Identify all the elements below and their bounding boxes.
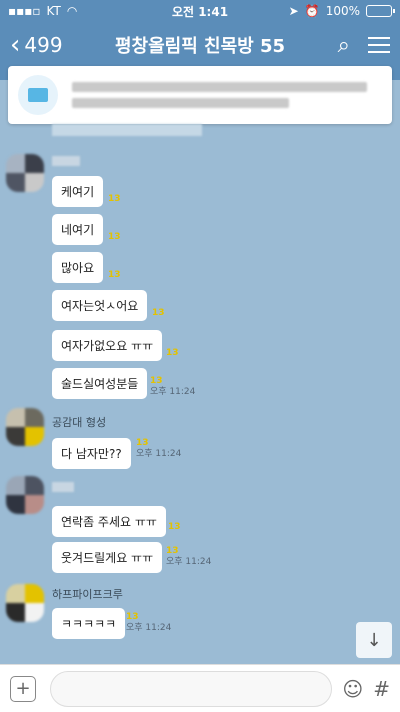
blurred-previous-message <box>52 124 202 136</box>
unread-count: 13 <box>166 546 179 556</box>
status-time: 오전 1:41 <box>171 4 229 19</box>
unread-count: 13 <box>108 270 121 280</box>
search-icon[interactable]: ⌕ <box>338 33 350 58</box>
menu-icon[interactable] <box>368 37 390 53</box>
nav-bar: ‹ 499 평창올림픽 친목방 55 ⌕ <box>0 22 400 68</box>
chat-area[interactable]: 케여기 13 네여기 13 많아요 13 여자는엇ㅅ어요 13 여자가없오요 ㅠ… <box>0 124 400 664</box>
notice-icon <box>18 75 58 115</box>
message-meta: 13 오후 11:24 <box>136 438 181 460</box>
unread-count: 13 <box>108 194 121 204</box>
message-bubble[interactable]: 여자가없오요 ㅠㅠ <box>52 330 163 361</box>
message-input[interactable] <box>50 670 333 707</box>
avatar[interactable] <box>6 408 44 446</box>
battery-icon <box>366 5 395 17</box>
unread-count: 13 <box>136 438 149 448</box>
avatar[interactable] <box>6 476 44 514</box>
notice-text-blurred <box>72 76 382 114</box>
sender-name: 하프파이프크루 <box>52 588 123 601</box>
unread-count: 13 <box>108 232 121 242</box>
avatar[interactable] <box>6 154 44 192</box>
message-bubble[interactable]: ㅋㅋㅋㅋㅋ <box>52 608 126 639</box>
message-bubble[interactable]: 케여기 <box>52 176 104 207</box>
message-meta: 13 <box>152 308 165 319</box>
message-meta: 13 오후 11:24 <box>166 546 211 568</box>
sender-name: 공감대 형성 <box>52 416 107 429</box>
arrow-down-icon: ↓ <box>366 629 382 651</box>
message-meta: 13 <box>166 348 179 359</box>
pinned-notice[interactable] <box>8 66 392 124</box>
unread-count: 13 <box>126 612 139 622</box>
message-bubble[interactable]: 웃겨드릴게요 ㅠㅠ <box>52 542 163 573</box>
nav-actions: ⌕ <box>338 33 390 58</box>
message-time: 오후 11:24 <box>150 387 196 397</box>
message-time: 오후 11:24 <box>166 557 212 567</box>
unread-count: 13 <box>152 308 165 318</box>
sender-name-blurred <box>52 482 74 492</box>
input-bar: + ☺ # <box>0 664 400 712</box>
unread-count: 13 <box>168 522 181 532</box>
message-bubble[interactable]: 다 남자만?? <box>52 438 131 469</box>
chevron-left-icon: ‹ <box>10 30 21 60</box>
message-time: 오후 11:24 <box>136 449 182 459</box>
message-bubble[interactable]: 술드실여성분들 <box>52 368 148 399</box>
message-meta: 13 <box>108 270 121 281</box>
scroll-to-bottom-button[interactable]: ↓ <box>356 622 392 658</box>
sender-name-blurred <box>52 156 80 166</box>
message-bubble[interactable]: 연락좀 주세요 ㅠㅠ <box>52 506 166 537</box>
status-bar: ▪▪▪▫ KT ◠ 오전 1:41 ➤ ⏰ 100% <box>0 0 400 22</box>
message-meta: 13 <box>168 522 181 533</box>
message-bubble[interactable]: 여자는엇ㅅ어요 <box>52 290 148 321</box>
message-meta: 13 오후 11:24 <box>126 612 171 634</box>
avatar[interactable] <box>6 584 44 622</box>
back-count: 499 <box>24 33 63 57</box>
emoji-icon[interactable]: ☺ <box>342 677 363 701</box>
unread-count: 13 <box>150 376 163 386</box>
unread-count: 13 <box>166 348 179 358</box>
message-time: 오후 11:24 <box>126 623 172 633</box>
back-button[interactable]: ‹ 499 <box>10 32 63 58</box>
message-bubble[interactable]: 많아요 <box>52 252 104 283</box>
plus-icon[interactable]: + <box>10 675 36 702</box>
message-meta: 13 <box>108 194 121 205</box>
message-meta: 13 오후 11:24 <box>150 376 195 398</box>
hashtag-icon[interactable]: # <box>373 677 390 701</box>
message-meta: 13 <box>108 232 121 243</box>
message-bubble[interactable]: 네여기 <box>52 214 104 245</box>
